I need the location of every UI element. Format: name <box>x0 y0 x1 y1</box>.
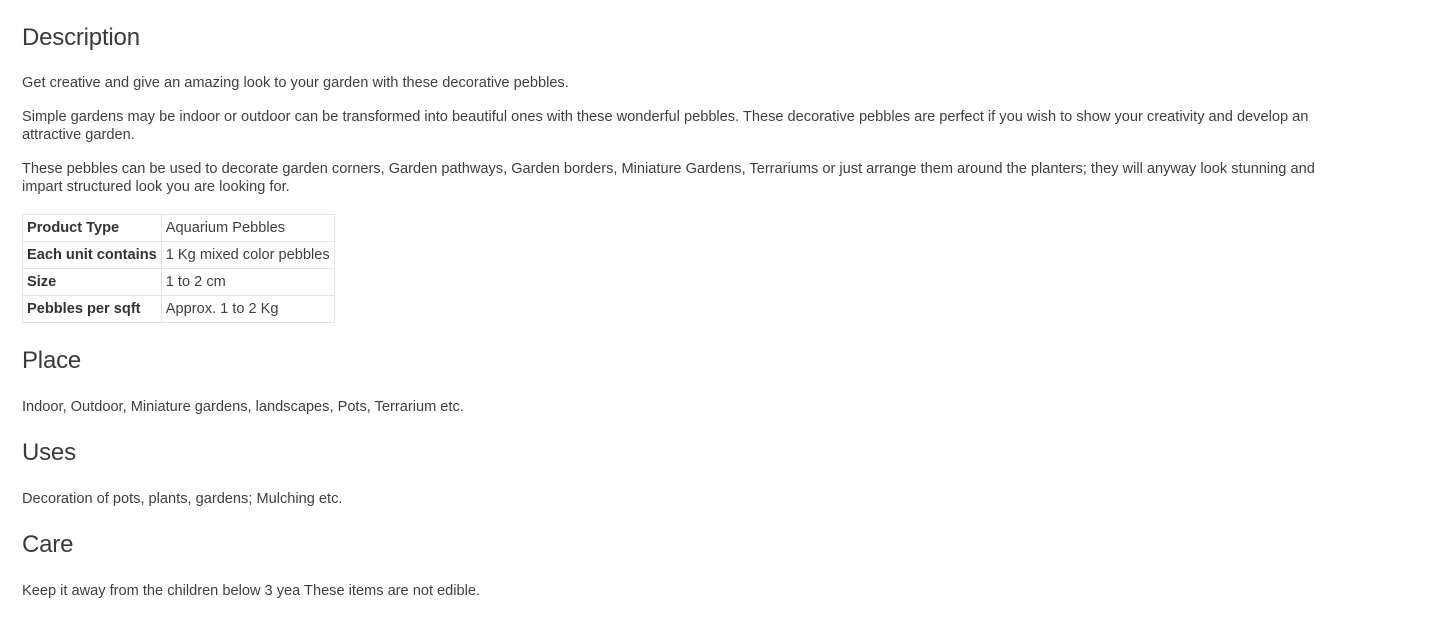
spec-value: 1 Kg mixed color pebbles <box>160 241 335 269</box>
spec-key: Pebbles per sqft <box>22 295 162 323</box>
uses-text: Decoration of pots, plants, gardens; Mul… <box>22 491 343 507</box>
description-paragraph: These pebbles can be used to decorate ga… <box>22 161 1315 195</box>
table-row: Product Type Aquarium Pebbles <box>22 214 335 242</box>
spec-key: Each unit contains <box>22 241 162 269</box>
table-row: Pebbles per sqft Approx. 1 to 2 Kg <box>22 295 335 323</box>
description-paragraph: Get creative and give an amazing look to… <box>22 75 569 91</box>
place-text: Indoor, Outdoor, Miniature gardens, land… <box>22 399 464 415</box>
description-paragraph: Simple gardens may be indoor or outdoor … <box>22 109 1309 143</box>
uses-heading: Uses <box>22 439 76 466</box>
specifications-table: Product Type Aquarium Pebbles Each unit … <box>22 214 335 323</box>
care-heading: Care <box>22 531 74 558</box>
care-text: Keep it away from the children below 3 y… <box>22 583 481 599</box>
spec-value: 1 to 2 cm <box>160 268 335 296</box>
spec-value: Approx. 1 to 2 Kg <box>160 295 335 323</box>
table-row: Size 1 to 2 cm <box>22 268 335 296</box>
spec-key: Size <box>22 268 162 296</box>
spec-value: Aquarium Pebbles <box>160 214 335 242</box>
spec-key: Product Type <box>22 214 162 242</box>
description-heading: Description <box>22 24 140 51</box>
place-heading: Place <box>22 347 82 374</box>
table-row: Each unit contains 1 Kg mixed color pebb… <box>22 241 335 269</box>
